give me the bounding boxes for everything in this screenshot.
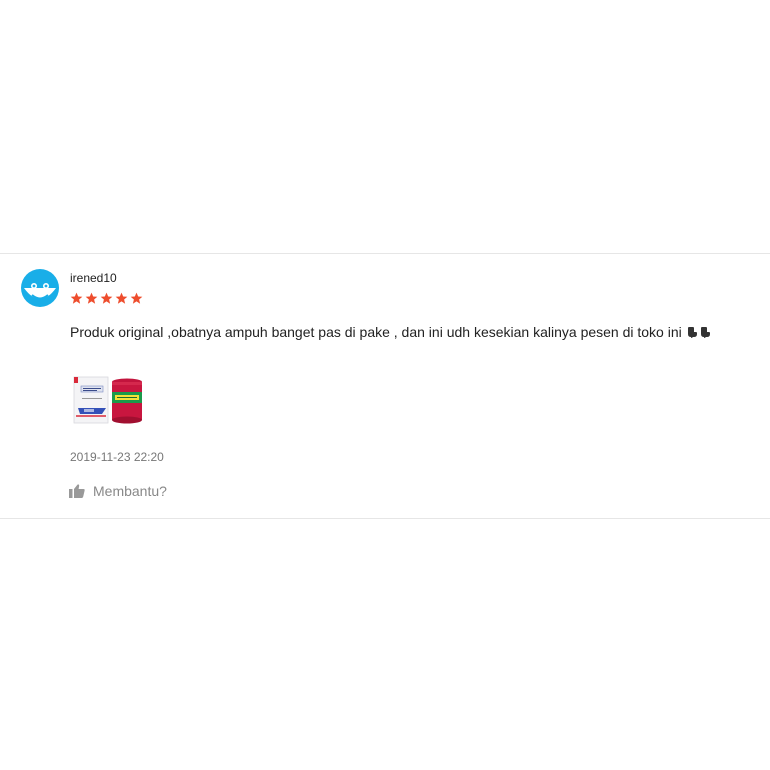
review-card: irened10 Produk original ,obatnya ampuh … <box>0 253 770 519</box>
thumbs-up-icon <box>69 484 85 498</box>
review-timestamp: 2019-11-23 22:20 <box>70 450 164 464</box>
helpful-label: Membantu? <box>93 483 167 499</box>
review-comment-text: Produk original ,obatnya ampuh banget pa… <box>70 324 682 340</box>
star-icon <box>100 292 113 304</box>
review-comment: Produk original ,obatnya ampuh banget pa… <box>70 323 711 341</box>
star-icon <box>130 292 143 304</box>
rating-stars <box>70 292 143 305</box>
star-icon <box>85 292 98 304</box>
page: irened10 Produk original ,obatnya ampuh … <box>0 0 770 770</box>
star-icon <box>70 292 83 304</box>
product-photo-thumbnail[interactable] <box>70 374 146 428</box>
review-username[interactable]: irened10 <box>70 271 117 285</box>
helpful-button[interactable]: Membantu? <box>69 483 167 499</box>
smiley-avatar-icon <box>21 269 59 307</box>
pointing-down-hand-icon <box>699 326 711 338</box>
pointing-down-hand-icon <box>686 326 698 338</box>
avatar[interactable] <box>21 269 59 307</box>
emoji-group <box>686 326 711 338</box>
star-icon <box>115 292 128 304</box>
review-photos <box>70 374 146 428</box>
